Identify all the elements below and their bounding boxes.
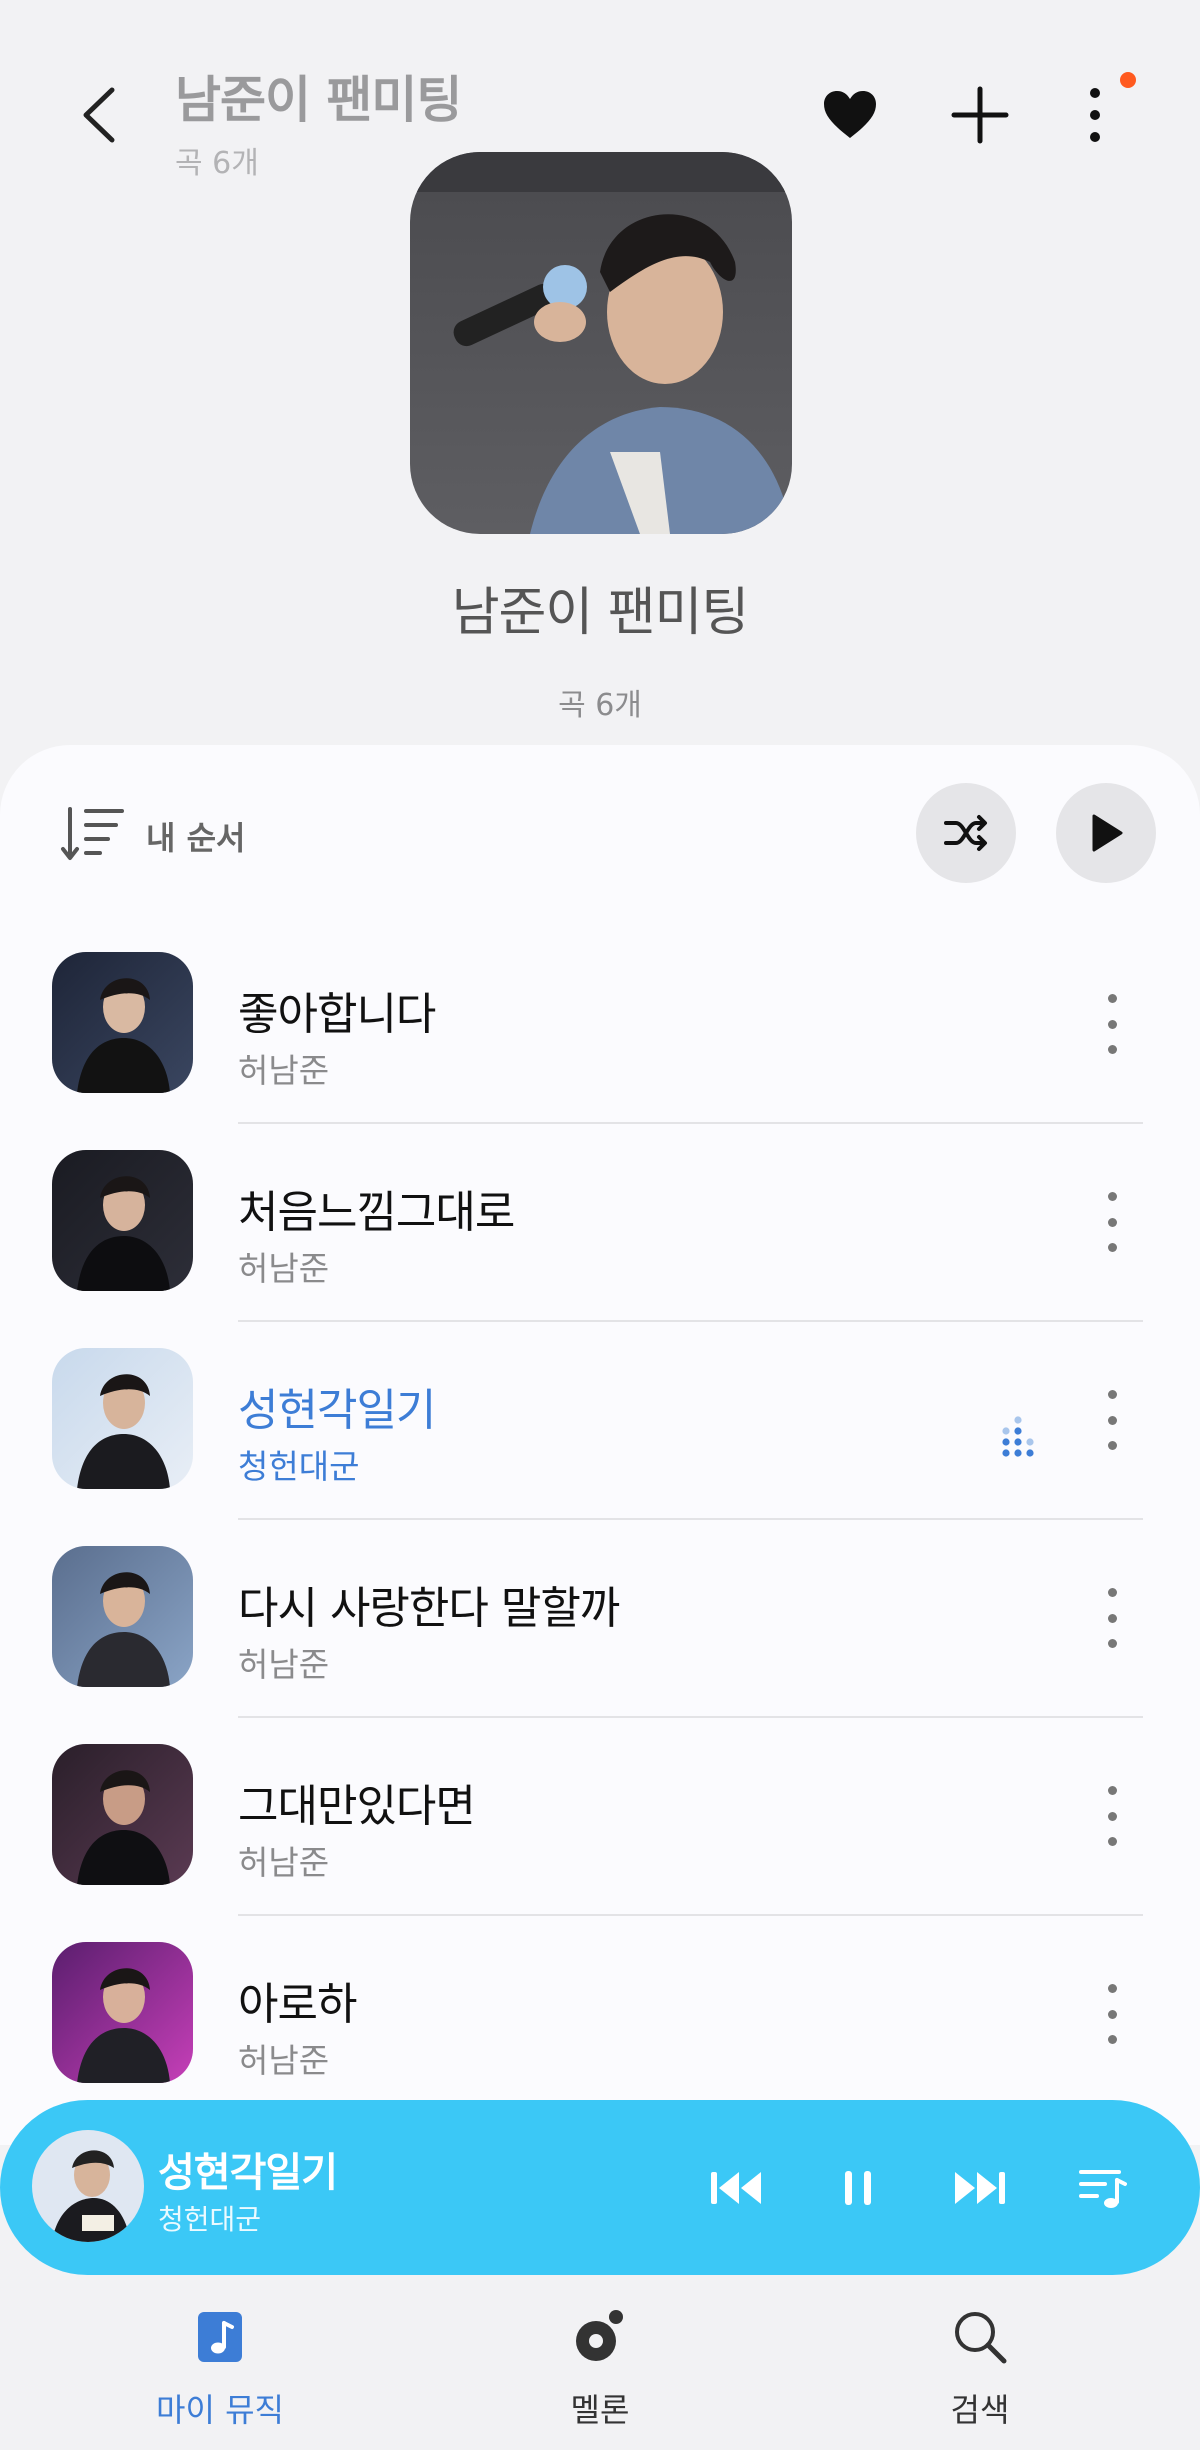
search-icon [948, 2305, 1012, 2369]
track-more-button[interactable] [1092, 1382, 1132, 1458]
more-options-button[interactable] [1060, 80, 1130, 150]
track-artist: 허남준 [238, 1645, 330, 1684]
melon-icon [568, 2305, 632, 2369]
now-playing-title: 성현각일기 [158, 2150, 338, 2196]
track-more-button[interactable] [1092, 1976, 1132, 2052]
dot [1107, 1045, 1117, 1054]
dot [1107, 1837, 1117, 1846]
app: 남준이 팬미팅 곡 6개 남준이 팬미팅 곡 6개 내 순서 좋아합니다 허남준… [0, 0, 1200, 2450]
track-thumbnail [52, 1942, 193, 2083]
dot [1107, 1613, 1117, 1623]
dot [1107, 1588, 1117, 1597]
music-note-icon [188, 2305, 252, 2369]
shuffle-icon [944, 815, 987, 851]
track-thumbnail [52, 1150, 193, 1291]
nav-label-melon: 멜론 [570, 2391, 630, 2429]
heart-icon [824, 91, 876, 138]
track-thumbnail [52, 1744, 193, 1885]
previous-button[interactable] [700, 2152, 772, 2224]
track-thumbnail [52, 952, 193, 1093]
track-title: 처음느낌그대로 [238, 1187, 515, 1238]
dot [1107, 1786, 1117, 1795]
track-more-button[interactable] [1092, 1184, 1132, 1260]
dot [1107, 2035, 1117, 2044]
sort-order-icon [61, 807, 124, 860]
pause-icon [845, 2171, 871, 2205]
bottom-navigation: 마이 뮤직 멜론 검색 [0, 2275, 1200, 2450]
sort-label[interactable]: 내 순서 [146, 813, 245, 859]
track-title: 아로하 [238, 1979, 357, 2030]
nav-label-search: 검색 [950, 2391, 1010, 2429]
sort-bar: 내 순서 [0, 775, 1200, 885]
more-vertical-icon [1090, 88, 1100, 142]
pause-button[interactable] [822, 2152, 894, 2224]
track-title: 그대만있다면 [238, 1781, 476, 1832]
track-row[interactable]: 좋아합니다 허남준 [0, 926, 1200, 1124]
mini-player[interactable]: 성현각일기 청헌대군 [0, 2100, 1200, 2275]
track-artist: 허남준 [238, 1051, 330, 1090]
plus-icon [951, 86, 1009, 144]
track-row[interactable]: 다시 사랑한다 말할까 허남준 [0, 1520, 1200, 1718]
dot [1107, 1390, 1117, 1399]
nav-label-my-music: 마이 뮤직 [156, 2391, 284, 2429]
dot [1107, 1192, 1117, 1201]
track-list-panel: 내 순서 좋아합니다 허남준 처음느낌그대로 허남준 성현각일기 청헌대군 다시… [0, 745, 1200, 2145]
play-icon [1092, 814, 1123, 852]
track-more-button[interactable] [1092, 986, 1132, 1062]
nav-search[interactable]: 검색 [830, 2305, 1130, 2431]
top-bar: 남준이 팬미팅 곡 6개 [0, 0, 1200, 181]
track-artist: 허남준 [238, 2041, 330, 2080]
track-thumbnail [52, 1546, 193, 1687]
track-artist: 청헌대군 [238, 1447, 360, 1486]
dot [1107, 1243, 1117, 1252]
now-playing-equalizer-icon [1000, 1414, 1036, 1458]
header-title: 남준이 팬미팅 [175, 71, 462, 129]
track-more-button[interactable] [1092, 1580, 1132, 1656]
track-title: 좋아합니다 [238, 989, 436, 1040]
dot [1107, 1984, 1117, 1993]
favorite-button[interactable] [815, 80, 885, 150]
track-thumbnail [52, 1348, 193, 1489]
playlist-queue-icon [1079, 2170, 1127, 2208]
dot [1107, 1019, 1117, 1029]
sort-button[interactable] [60, 805, 130, 863]
playlist-cover-image [410, 152, 792, 534]
chevron-left-icon [83, 87, 115, 143]
track-row[interactable]: 처음느낌그대로 허남준 [0, 1124, 1200, 1322]
dot [1107, 1811, 1117, 1821]
dot [1107, 1217, 1117, 1227]
now-playing-thumbnail [32, 2130, 144, 2242]
track-artist: 허남준 [238, 1249, 330, 1288]
dot [1107, 1639, 1117, 1648]
notification-dot [1120, 72, 1136, 88]
dot [1107, 1441, 1117, 1450]
track-artist: 허남준 [238, 1843, 330, 1882]
dot [1107, 994, 1117, 1003]
skip-previous-icon [711, 2172, 761, 2204]
dot [1107, 2009, 1117, 2019]
play-all-button[interactable] [1056, 783, 1156, 883]
back-button[interactable] [70, 80, 130, 150]
now-playing-artist: 청헌대군 [158, 2203, 262, 2236]
track-more-button[interactable] [1092, 1778, 1132, 1854]
track-row[interactable]: 성현각일기 청헌대군 [0, 1322, 1200, 1520]
track-row[interactable]: 아로하 허남준 [0, 1916, 1200, 2114]
track-title: 성현각일기 [238, 1385, 436, 1436]
dot [1107, 1415, 1117, 1425]
nav-my-music[interactable]: 마이 뮤직 [70, 2305, 370, 2431]
playlist-title: 남준이 팬미팅 [451, 583, 750, 643]
next-button[interactable] [944, 2152, 1016, 2224]
header-subtitle: 곡 6개 [175, 146, 259, 181]
nav-melon[interactable]: 멜론 [450, 2305, 750, 2431]
queue-button[interactable] [1066, 2152, 1138, 2224]
add-button[interactable] [945, 80, 1015, 150]
track-row[interactable]: 그대만있다면 허남준 [0, 1718, 1200, 1916]
track-title: 다시 사랑한다 말할까 [238, 1583, 620, 1634]
shuffle-button[interactable] [916, 783, 1016, 883]
playlist-song-count: 곡 6개 [558, 688, 642, 723]
skip-next-icon [955, 2172, 1005, 2204]
